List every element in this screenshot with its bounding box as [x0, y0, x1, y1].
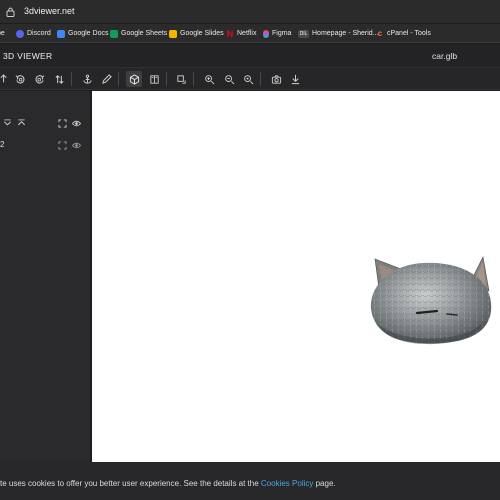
cookie-notice: te uses cookies to offer you better user… [0, 462, 500, 500]
discord-icon [16, 29, 24, 38]
expand-all-icon[interactable] [17, 119, 26, 128]
bookmark-google-docs[interactable]: Google Docs [57, 24, 109, 42]
rotate-left-button[interactable] [12, 71, 28, 87]
bookmarks-bar: be Discord Google Docs Google Sheets Goo… [0, 24, 500, 43]
fit-icon [176, 74, 186, 84]
orthographic-button[interactable] [146, 71, 162, 87]
bookmark-label: be [0, 30, 5, 37]
pencil-icon [101, 73, 112, 84]
url-text[interactable]: 3dviewer.net [24, 6, 75, 16]
google-slides-icon [169, 29, 177, 38]
rotate-right-button[interactable] [31, 71, 47, 87]
measure-button[interactable] [201, 71, 217, 87]
bookmark-figma[interactable]: Figma [263, 24, 292, 42]
tree-root-row [0, 116, 91, 132]
file-name: car.glb [432, 51, 458, 61]
toolbar-separator [260, 72, 261, 86]
tree-item[interactable]: 2 [0, 138, 91, 154]
3d-model[interactable] [367, 251, 493, 347]
bookmark-sheridan[interactable]: DIL Homepage - Sherid... [298, 24, 379, 42]
flip-up-vector-button[interactable] [51, 71, 67, 87]
app-header: 3D VIEWER car.glb [0, 44, 500, 68]
cookie-text: te uses cookies to offer you better user… [0, 479, 336, 488]
google-sheets-icon [110, 29, 118, 38]
snapshot-button[interactable] [268, 71, 284, 87]
toolbar [0, 68, 500, 90]
tree-item-label[interactable]: 2 [0, 140, 4, 149]
bookmark-label: Google Sheets [121, 30, 168, 37]
cube-icon [129, 73, 139, 85]
bookmark-youtube[interactable]: be [0, 24, 5, 42]
rotate-right-icon [35, 74, 44, 84]
bookmark-cpanel[interactable]: c cPanel - Tools [376, 24, 431, 42]
app-title: 3D VIEWER [3, 51, 53, 61]
open-file-icon [0, 73, 7, 82]
export-button[interactable] [287, 71, 303, 87]
bookmark-label: Google Slides [180, 30, 224, 37]
edit-button[interactable] [98, 71, 114, 87]
fit-icon[interactable] [58, 119, 67, 128]
cookies-policy-link[interactable]: Cookies Policy [261, 479, 313, 488]
bookmark-google-slides[interactable]: Google Slides [169, 24, 224, 42]
netflix-icon: N [226, 28, 234, 39]
bookmark-google-sheets[interactable]: Google Sheets [110, 24, 168, 42]
flip-icon [54, 74, 64, 84]
fit-to-window-button[interactable] [173, 71, 189, 87]
bookmark-label: Discord [27, 30, 51, 37]
fix-up-vector-button[interactable] [79, 71, 95, 87]
toolbar-separator [118, 72, 119, 86]
bookmark-label: Google Docs [68, 30, 109, 37]
toolbar-separator [193, 72, 194, 86]
book-icon [149, 74, 159, 84]
bookmark-label: Figma [272, 30, 292, 37]
eye-icon[interactable] [72, 141, 81, 150]
bookmark-label: cPanel - Tools [387, 30, 431, 37]
bookmark-netflix[interactable]: N Netflix [226, 24, 257, 42]
bookmark-discord[interactable]: Discord [16, 24, 51, 42]
3d-viewport[interactable] [92, 91, 500, 462]
toolbar-separator [71, 72, 72, 86]
sheridan-icon: DIL [298, 29, 309, 38]
perspective-button[interactable] [126, 71, 142, 87]
bookmark-label: Netflix [237, 30, 257, 37]
bookmark-label: Homepage - Sherid... [312, 30, 379, 37]
measure-settings-button[interactable] [240, 71, 256, 87]
figma-icon [263, 29, 269, 38]
measure-point-icon [224, 74, 234, 84]
cookie-message: te uses cookies to offer you better user… [0, 479, 261, 488]
measure-icon [204, 74, 214, 84]
browser-address-bar[interactable]: 3dviewer.net [0, 0, 500, 24]
model-tree-panel: 2 [0, 91, 91, 462]
site-info-icon[interactable] [6, 7, 15, 17]
fit-icon[interactable] [58, 141, 67, 150]
measure-point-button[interactable] [221, 71, 237, 87]
camera-icon [271, 74, 281, 84]
download-icon [291, 74, 299, 84]
rotate-left-icon [15, 74, 24, 84]
toolbar-separator [166, 72, 167, 86]
google-docs-icon [57, 29, 65, 38]
eye-icon[interactable] [72, 119, 81, 128]
cpanel-icon: c [377, 28, 383, 38]
collapse-all-icon[interactable] [3, 119, 12, 128]
anchor-icon [82, 74, 92, 84]
open-file-button[interactable] [0, 71, 12, 87]
cookie-message-end: page. [313, 479, 336, 488]
measure-settings-icon [243, 74, 253, 84]
